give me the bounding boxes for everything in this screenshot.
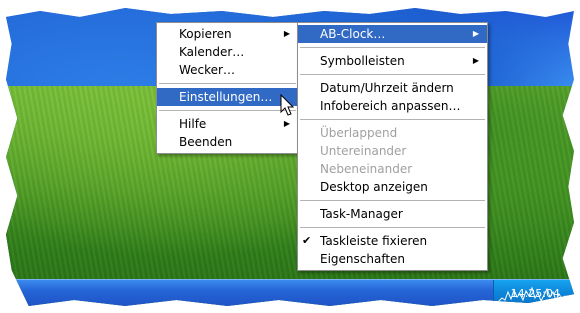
tray-clock[interactable]: 14:25:04 bbox=[511, 287, 560, 300]
menu-item-datum-uhrzeit[interactable]: Datum/Uhrzeit ändern bbox=[298, 79, 487, 97]
menu-item-ab-clock[interactable]: AB-Clock… ▶ bbox=[298, 25, 487, 43]
menu-separator bbox=[300, 74, 485, 75]
menu-item-label: Einstellungen… bbox=[179, 90, 273, 104]
desktop-screenshot: 14:25:04 Kopieren ▶ Kalender… Wecker… Ei… bbox=[0, 0, 580, 313]
menu-item-nebeneinander: Nebeneinander bbox=[298, 160, 487, 178]
submenu-arrow-icon: ▶ bbox=[283, 29, 290, 38]
menu-item-label: Taskleiste fixieren bbox=[320, 234, 428, 248]
menu-item-task-manager[interactable]: Task-Manager bbox=[298, 205, 487, 223]
menu-separator bbox=[300, 227, 485, 228]
menu-item-desktop-anzeigen[interactable]: Desktop anzeigen bbox=[298, 178, 487, 196]
menu-item-label: Beenden bbox=[179, 135, 233, 149]
menu-item-beenden[interactable]: Beenden bbox=[157, 133, 298, 151]
menu-item-wecker[interactable]: Wecker… bbox=[157, 61, 298, 79]
menu-item-eigenschaften[interactable]: Eigenschaften bbox=[298, 250, 487, 268]
checkmark-icon: ✔ bbox=[302, 234, 312, 247]
menu-item-label: Nebeneinander bbox=[320, 162, 413, 176]
menu-item-kalender[interactable]: Kalender… bbox=[157, 43, 298, 61]
menu-item-label: Desktop anzeigen bbox=[320, 180, 428, 194]
mouse-pointer-icon bbox=[280, 94, 295, 116]
menu-item-label: Symbolleisten bbox=[320, 54, 405, 68]
menu-item-symbolleisten[interactable]: Symbolleisten ▶ bbox=[298, 52, 487, 70]
menu-item-label: Eigenschaften bbox=[320, 252, 406, 266]
menu-item-untereinander: Untereinander bbox=[298, 142, 487, 160]
menu-item-label: Überlappend bbox=[320, 126, 398, 140]
menu-separator bbox=[300, 119, 485, 120]
menu-item-taskleiste-fixieren[interactable]: ✔ Taskleiste fixieren bbox=[298, 232, 487, 250]
menu-separator bbox=[159, 83, 296, 84]
menu-item-kopieren[interactable]: Kopieren ▶ bbox=[157, 25, 298, 43]
menu-item-label: Infobereich anpassen… bbox=[320, 99, 461, 113]
menu-item-ueberlappend: Überlappend bbox=[298, 124, 487, 142]
menu-item-infobereich[interactable]: Infobereich anpassen… bbox=[298, 97, 487, 115]
menu-item-label: Datum/Uhrzeit ändern bbox=[320, 81, 454, 95]
menu-item-label: Kopieren bbox=[179, 27, 232, 41]
clock-context-menu: Kopieren ▶ Kalender… Wecker… Einstellung… bbox=[156, 22, 299, 154]
taskbar-context-menu: AB-Clock… ▶ Symbolleisten ▶ Datum/Uhrzei… bbox=[297, 22, 488, 271]
menu-item-label: AB-Clock… bbox=[320, 27, 386, 41]
menu-item-label: Hilfe bbox=[179, 117, 207, 131]
menu-separator bbox=[300, 47, 485, 48]
menu-item-label: Task-Manager bbox=[320, 207, 403, 221]
system-tray[interactable]: 14:25:04 bbox=[493, 280, 574, 306]
menu-separator bbox=[159, 110, 296, 111]
submenu-arrow-icon: ▶ bbox=[472, 56, 479, 65]
menu-item-label: Wecker… bbox=[179, 63, 235, 77]
taskbar[interactable]: 14:25:04 bbox=[6, 279, 574, 306]
menu-item-label: Untereinander bbox=[320, 144, 407, 158]
menu-item-hilfe[interactable]: Hilfe ▶ bbox=[157, 115, 298, 133]
menu-item-label: Kalender… bbox=[179, 45, 245, 59]
menu-separator bbox=[300, 200, 485, 201]
menu-item-einstellungen[interactable]: Einstellungen… bbox=[157, 88, 298, 106]
submenu-arrow-icon: ▶ bbox=[472, 29, 479, 38]
